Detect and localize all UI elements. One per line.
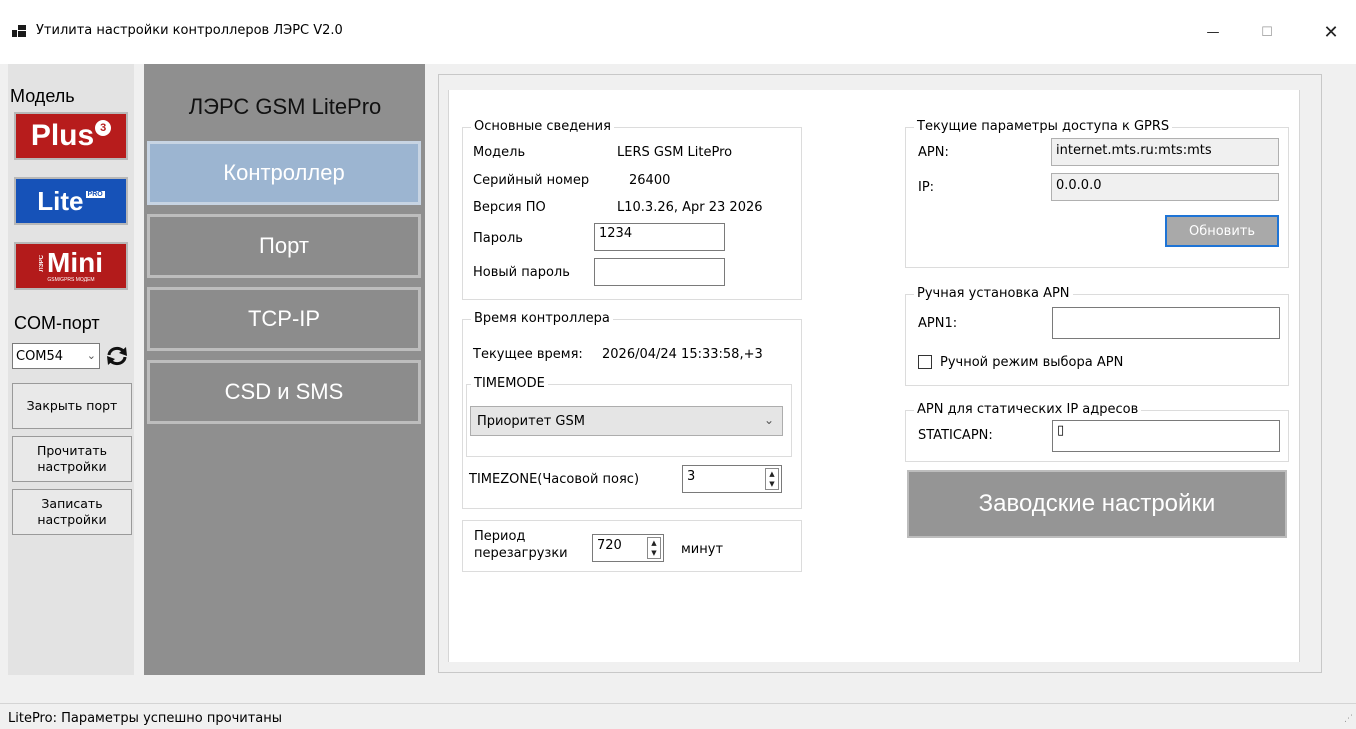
plus-logo-text: Plus (30, 119, 95, 152)
lite-badge: PRO (85, 190, 105, 198)
model-mini-logo[interactable]: ЛЭРС Mini GSM/GPRS МОДЕМ (14, 242, 128, 290)
nav-item-controller[interactable]: Контроллер (147, 141, 421, 205)
mini-caption: GSM/GPRS МОДЕМ (47, 277, 95, 283)
apn1-label: APN1: (918, 316, 958, 331)
nav-item-tcp-ip[interactable]: TCP-IP (147, 287, 421, 351)
basic-info-title: Основные сведения (471, 119, 614, 134)
close-window-button[interactable]: ✕ (1308, 12, 1354, 52)
lite-logo-text: Lite (37, 185, 84, 216)
manual-apn-mode-checkbox[interactable] (918, 355, 932, 369)
write-settings-button[interactable]: Записать настройки (12, 489, 132, 535)
gprs-params-title: Текущие параметры доступа к GPRS (914, 119, 1173, 134)
spin-down-icon: ▼ (769, 480, 775, 488)
model-field-value: LERS GSM LitePro (617, 145, 733, 160)
firmware-label: Версия ПО (473, 200, 546, 215)
close-port-button[interactable]: Закрыть порт (12, 383, 132, 429)
app-icon (12, 25, 26, 37)
reboot-spin-buttons[interactable]: ▲ ▼ (647, 537, 661, 559)
com-port-select[interactable]: COM54 ⌄ (12, 343, 100, 369)
timemode-select[interactable]: Приоритет GSM ⌄ (470, 406, 783, 436)
password-input[interactable]: 1234 (594, 223, 725, 251)
spin-up-icon: ▲ (651, 539, 657, 547)
reboot-unit: минут (681, 542, 724, 557)
com-port-label: COM-порт (14, 313, 100, 333)
minimize-icon: — (1206, 24, 1220, 40)
timemode-title: TIMEMODE (471, 376, 548, 391)
reboot-period-value: 720 (597, 538, 622, 553)
ip-label: IP: (918, 180, 935, 195)
manual-apn-title: Ручная установка APN (914, 286, 1073, 301)
plus-badge: 3 (95, 120, 112, 136)
current-time-value: 2026/04/24 15:33:58,+3 (602, 347, 763, 362)
current-time-label: Текущее время: (473, 347, 583, 362)
static-apn-title: APN для статических IP адресов (914, 402, 1142, 417)
new-password-label: Новый пароль (473, 265, 570, 280)
model-lite-logo[interactable]: Lite PRO (14, 177, 128, 225)
maximize-icon: ☐ (1261, 24, 1273, 40)
update-button[interactable]: Обновить (1165, 215, 1279, 247)
close-icon: ✕ (1323, 21, 1339, 43)
mini-side-text: ЛЭРС (39, 254, 45, 272)
minimize-button[interactable]: — (1190, 12, 1236, 52)
model-field-label: Модель (473, 145, 526, 160)
timezone-label: TIMEZONE(Часовой пояс) (469, 472, 640, 487)
password-label: Пароль (473, 231, 523, 246)
reboot-period-label: Период перезагрузки (474, 529, 568, 561)
model-label: Модель (10, 86, 75, 106)
status-message: LitePro: Параметры успешно прочитаны (8, 711, 283, 726)
static-apn-input[interactable]: ▯ (1052, 420, 1280, 452)
apn1-input[interactable] (1052, 307, 1280, 339)
nav-item-csd-sms[interactable]: CSD и SMS (147, 360, 421, 424)
apn-current-value: internet.mts.ru:mts:mts (1051, 138, 1279, 166)
manual-apn-mode-label: Ручной режим выбора APN (940, 355, 1124, 370)
read-settings-button[interactable]: Прочитать настройки (12, 436, 132, 482)
firmware-value: L10.3.26, Apr 23 2026 (617, 200, 763, 215)
timemode-value: Приоритет GSM (477, 413, 585, 429)
reboot-period-spinner[interactable]: 720 ▲ ▼ (592, 534, 664, 562)
serial-label: Серийный номер (473, 173, 590, 188)
timezone-value: 3 (687, 469, 696, 484)
com-port-value: COM54 (16, 348, 64, 364)
timezone-spin-buttons[interactable]: ▲ ▼ (765, 468, 779, 490)
apn-label: APN: (918, 145, 949, 160)
factory-settings-button[interactable]: Заводские настройки (907, 470, 1287, 538)
new-password-input[interactable] (594, 258, 725, 286)
maximize-button[interactable]: ☐ (1244, 12, 1290, 52)
ip-current-value: 0.0.0.0 (1051, 173, 1279, 201)
chevron-down-icon: ⌄ (86, 349, 96, 362)
controller-time-title: Время контроллера (471, 311, 613, 326)
static-apn-label: STATICAPN: (918, 428, 993, 443)
nav-item-port[interactable]: Порт (147, 214, 421, 278)
window-title: Утилита настройки контроллеров ЛЭРС V2.0 (36, 23, 343, 38)
spin-up-icon: ▲ (769, 470, 775, 478)
refresh-ports-button[interactable] (103, 343, 131, 369)
chevron-down-icon: ⌄ (763, 413, 774, 427)
refresh-icon (107, 346, 127, 366)
mini-logo-text: Mini (47, 247, 103, 278)
resize-grip-icon[interactable]: ⋰ (1344, 714, 1353, 724)
model-plus-logo[interactable]: Plus 3 (14, 112, 128, 160)
timezone-spinner[interactable]: 3 ▲ ▼ (682, 465, 782, 493)
spin-down-icon: ▼ (651, 549, 657, 557)
serial-value: 26400 (629, 173, 671, 188)
device-title: ЛЭРС GSM LitePro (188, 94, 382, 119)
